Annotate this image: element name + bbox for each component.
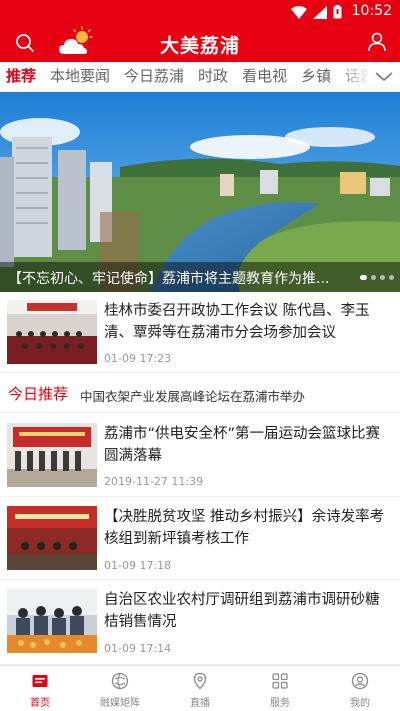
app-title: 大美荔浦 — [159, 35, 240, 57]
news-headline: 自治区农业农村厅调研组到荔浦市调研砂糖桔销售情况 — [104, 592, 380, 630]
tab-today-lipu[interactable]: 今日荔浦 — [124, 66, 184, 86]
bottom-nav: 首页 融媒矩阵 直播 服务 我的 — [0, 665, 400, 711]
live-icon — [193, 672, 207, 690]
news-item[interactable]: 自治区农业农村厅调研组到荔浦市调研砂糖桔销售情况 01-09 17:14 — [0, 580, 400, 665]
tabs-fade — [332, 62, 372, 91]
category-tabs: 推荐 本地要闻 今日荔浦 时政 看电视 乡镇 话题 — [0, 62, 400, 92]
news-item[interactable]: 桂林市委召开政协工作会议 陈代昌、李玉清、覃舜等在荔浦市分会场参加会议 01-0… — [0, 292, 400, 373]
nav-media-matrix[interactable]: 融媒矩阵 — [80, 666, 160, 711]
tab-local-news[interactable]: 本地要闻 — [50, 66, 110, 86]
tabs-more-button[interactable] — [368, 62, 400, 91]
news-thumbnail — [7, 589, 97, 653]
chevron-down-icon — [375, 72, 393, 82]
banner-caption-bar: 【不忘初心、牢记使命】荔浦市将主题教育作为推... — [0, 262, 400, 292]
clock: 10:52 — [351, 3, 392, 19]
signal-icon — [313, 5, 327, 19]
app-header: 大美荔浦 — [0, 24, 400, 62]
tab-row: 推荐 本地要闻 今日荔浦 时政 看电视 乡镇 话题 — [6, 66, 375, 86]
news-date: 2019-11-27 11:39 — [104, 475, 204, 488]
banner-caption: 【不忘初心、牢记使命】荔浦市将主题教育作为推... — [8, 271, 330, 287]
nav-label: 首页 — [30, 698, 50, 709]
profile-icon — [351, 672, 369, 690]
nav-label: 融媒矩阵 — [100, 698, 140, 709]
today-recommend-label: 今日推荐 — [8, 385, 69, 403]
wifi-icon — [291, 5, 307, 19]
news-date: 01-09 17:18 — [104, 559, 172, 572]
news-headline: 桂林市委召开政协工作会议 陈代昌、李玉清、覃舜等在荔浦市分会场参加会议 — [104, 303, 370, 341]
grid-icon — [272, 673, 288, 689]
tab-politics[interactable]: 时政 — [198, 66, 228, 86]
tab-recommend[interactable]: 推荐 — [6, 66, 36, 86]
tab-tv[interactable]: 看电视 — [242, 66, 287, 86]
banner-pager — [360, 275, 394, 280]
news-item[interactable]: 荔浦市“供电安全杯”第一届运动会篮球比赛圆满落幕 2019-11-27 11:3… — [0, 413, 400, 497]
tab-towns[interactable]: 乡镇 — [301, 66, 331, 86]
news-date: 01-09 17:23 — [104, 352, 172, 365]
news-headline: 荔浦市“供电安全杯”第一届运动会篮球比赛圆满落幕 — [104, 426, 381, 464]
nav-label: 直播 — [190, 698, 210, 709]
battery-icon — [333, 5, 342, 19]
pager-dot[interactable] — [360, 275, 367, 280]
news-headline: 【决胜脱贫攻坚 推动乡村振兴】余诗发率考核组到新坪镇考核工作 — [104, 509, 385, 547]
hero-banner[interactable]: 【不忘初心、牢记使命】荔浦市将主题教育作为推... — [0, 92, 400, 292]
pager-dot[interactable] — [380, 275, 385, 280]
pager-dot[interactable] — [389, 275, 394, 280]
news-date: 01-09 17:14 — [104, 642, 172, 655]
nav-profile[interactable]: 我的 — [320, 666, 400, 711]
nav-label: 我的 — [350, 698, 370, 709]
news-thumbnail — [7, 423, 97, 487]
nav-live[interactable]: 直播 — [160, 666, 240, 711]
news-thumbnail — [7, 300, 97, 364]
today-recommend[interactable]: 今日推荐 中国衣架产业发展高峰论坛在荔浦市举办 — [0, 373, 400, 413]
nav-label: 服务 — [270, 698, 290, 709]
nav-services[interactable]: 服务 — [240, 666, 320, 711]
news-item[interactable]: 【决胜脱贫攻坚 推动乡村振兴】余诗发率考核组到新坪镇考核工作 01-09 17:… — [0, 497, 400, 580]
system-icons — [291, 5, 342, 19]
status-bar: 10:52 — [0, 0, 400, 24]
matrix-icon — [111, 672, 129, 690]
today-recommend-text: 中国衣架产业发展高峰论坛在荔浦市举办 — [80, 389, 306, 404]
pager-dot[interactable] — [371, 275, 376, 280]
news-thumbnail — [7, 506, 97, 570]
nav-home[interactable]: 首页 — [0, 666, 80, 711]
home-icon — [32, 675, 48, 687]
user-icon[interactable] — [366, 31, 388, 53]
